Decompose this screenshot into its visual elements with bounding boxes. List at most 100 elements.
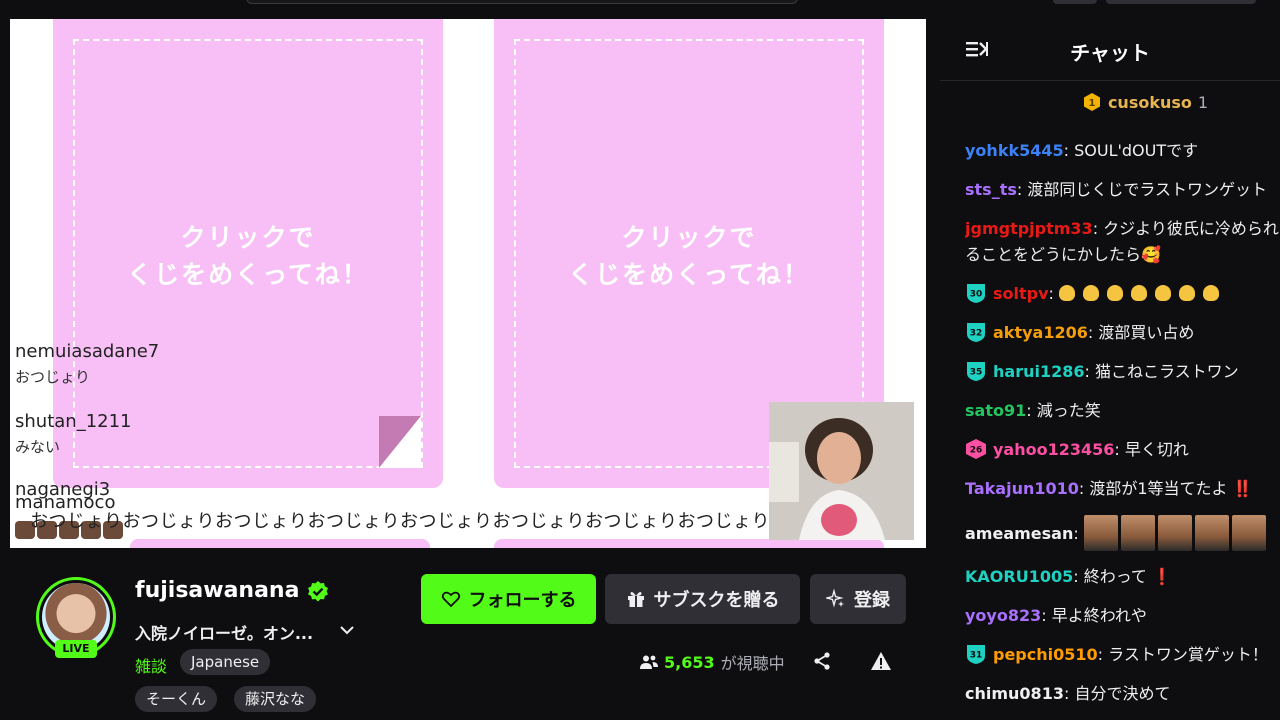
chat-separator: : [1084,362,1095,381]
tag-sokun[interactable]: そーくん [135,686,218,712]
page-curl-icon [379,416,421,468]
svg-text:30: 30 [970,290,983,300]
chat-text: 早く切れ [1124,440,1189,459]
lottery-card-3 [130,539,430,548]
subscribe-button[interactable]: 登録 [810,574,906,624]
gift-sub-button[interactable]: サブスクを贈る [605,574,800,624]
streamer-emote-icon [1194,515,1229,551]
chat-username[interactable]: sato91 [965,401,1026,420]
gift-icon [627,592,644,607]
chat-username[interactable]: Takajun1010 [965,479,1079,498]
card-text: クリックで くじをめくってね！ [568,223,810,289]
viewer-label: が視聴中 [720,654,785,673]
chat-text: SOUL'dOUTです [1074,141,1199,160]
clap-emoji-icon [1203,285,1220,301]
streamer-emote-icon [1120,515,1155,551]
sub-badge-icon[interactable]: 31 [965,643,987,665]
chat-message: 35 harui1286: 猫こねこラストワン [965,359,1280,385]
subscribe-label: 登録 [854,590,890,611]
gift-rank-badge-icon: 1 [1083,93,1100,111]
follow-button[interactable]: フォローする [421,574,596,624]
chat-username[interactable]: yoyo823 [965,606,1041,625]
chat-separator: : [1073,567,1084,586]
share-icon[interactable] [812,651,832,671]
category-link[interactable]: 雑談 [135,653,167,677]
chat-text: 自分で決めて [1074,684,1171,703]
stream-title: 入院ノイローゼ。オン... [135,624,314,643]
video-player[interactable]: クリックで くじをめくってね！ クリックで くじをめくってね！ nemuiasa… [10,19,926,548]
pinned-gifter[interactable]: 1 cusokuso 1 [940,87,1280,117]
chat-message: ameamesan: [965,515,1280,551]
chat-separator: : [1087,323,1099,342]
pinned-user: cusokuso [1107,92,1192,112]
chat-username[interactable]: chimu0813 [965,684,1064,703]
streamer-silhouette [769,402,914,540]
heart-icon [441,591,460,608]
chat-text: 渡部が1等当てたよ ‼️ [1089,479,1253,498]
chat-message: chimu0813: 自分で決めて [965,681,1280,707]
clap-emoji-icon [1083,285,1100,301]
verified-icon [308,581,328,602]
chat-separator: : [1114,440,1125,459]
pinned-count: 1 [1197,92,1209,112]
chat-username[interactable]: ameamesan [965,524,1073,543]
follow-label: フォローする [468,590,577,611]
chat-username[interactable]: yohkk5445 [965,141,1064,160]
chat-username[interactable]: harui1286 [993,362,1084,381]
sub-badge-icon[interactable]: 30 [965,282,987,304]
viewers-icon [640,655,658,669]
chat-messages: ayknk: おつじょり yohkk5445: SOUL'dOUTです sts_ts… [965,121,1280,720]
chat-text: 早よ終われや [1051,606,1147,625]
tag-fujisawanana[interactable]: 藤沢なな [234,686,317,712]
overlay-message: みない [15,438,61,456]
sub-badge-icon[interactable]: 35 [965,360,987,382]
chat-title: チャット [1070,41,1150,65]
clap-emoji-icon [1155,285,1172,301]
channel-name[interactable]: fujisawanana [135,578,299,603]
chat-message: 30 soltpv: [965,281,1280,307]
chat-panel: チャット 1 cusokuso 1 ayknk: おつじょり yohkk5445:… [940,19,1280,720]
chat-username[interactable]: aktya1206 [993,323,1088,342]
viewer-count: 5,653 [664,652,715,672]
streamer-emote-icon [1231,515,1266,551]
chat-separator: : [1026,401,1037,420]
overlay-user: nemuiasadane7 [15,341,160,362]
chat-separator: : [1073,524,1084,543]
overlay-user: shutan_1211 [15,411,132,432]
top-action-button[interactable] [1106,0,1256,4]
overlay-comment: shutan_1211 みない [15,411,132,457]
tag-japanese[interactable]: Japanese [180,649,271,675]
chat-message: 32 aktya1206: 渡部買い占め [965,320,1280,346]
overlay-comment: nemuiasadane7 おつじょり [15,341,159,387]
live-badge: LIVE [55,640,97,658]
chat-username[interactable]: yahoo123456 [993,440,1114,459]
svg-text:1: 1 [1088,98,1095,109]
chat-separator: : [1016,180,1028,199]
chat-message: yohkk5445: SOUL'dOUTです [965,138,1280,164]
chat-username[interactable]: jgmgtpjptm33 [965,219,1093,238]
webcam-feed [769,402,914,540]
search-bar[interactable] [246,0,798,4]
chat-username[interactable]: sts_ts [965,180,1017,199]
top-icon-button[interactable] [1053,0,1097,4]
overlay-message: おつじょり [15,368,91,386]
chat-separator: : [1097,645,1109,664]
viewer-count-row: 5,653 が視聴中 [640,650,785,674]
report-icon[interactable] [870,650,892,672]
svg-text:35: 35 [970,368,983,378]
chat-username[interactable]: KAORU1005 [965,567,1073,586]
clap-emoji-icon [1131,285,1148,301]
clap-emoji-icon [1179,285,1196,301]
sub-badge-pink-icon[interactable]: 26 [965,438,987,460]
chat-header: チャット [940,19,1280,81]
chat-username[interactable]: pepchi0510 [993,645,1098,664]
chevron-down-icon[interactable] [338,621,356,639]
chat-message: 31 pepchi0510: ラストワン賞ゲット！ [965,642,1280,668]
sub-badge-icon[interactable]: 32 [965,321,987,343]
clap-emoji-icon [1107,285,1124,301]
svg-text:31: 31 [970,651,983,661]
chat-separator: : [1078,479,1090,498]
chat-username[interactable]: soltpv [993,284,1049,303]
chat-message: jgmgtpjptm33: クジより彼氏に冷められることをどうにかしたら🥰 [965,216,1280,268]
clap-emoji-icon [1059,285,1076,301]
